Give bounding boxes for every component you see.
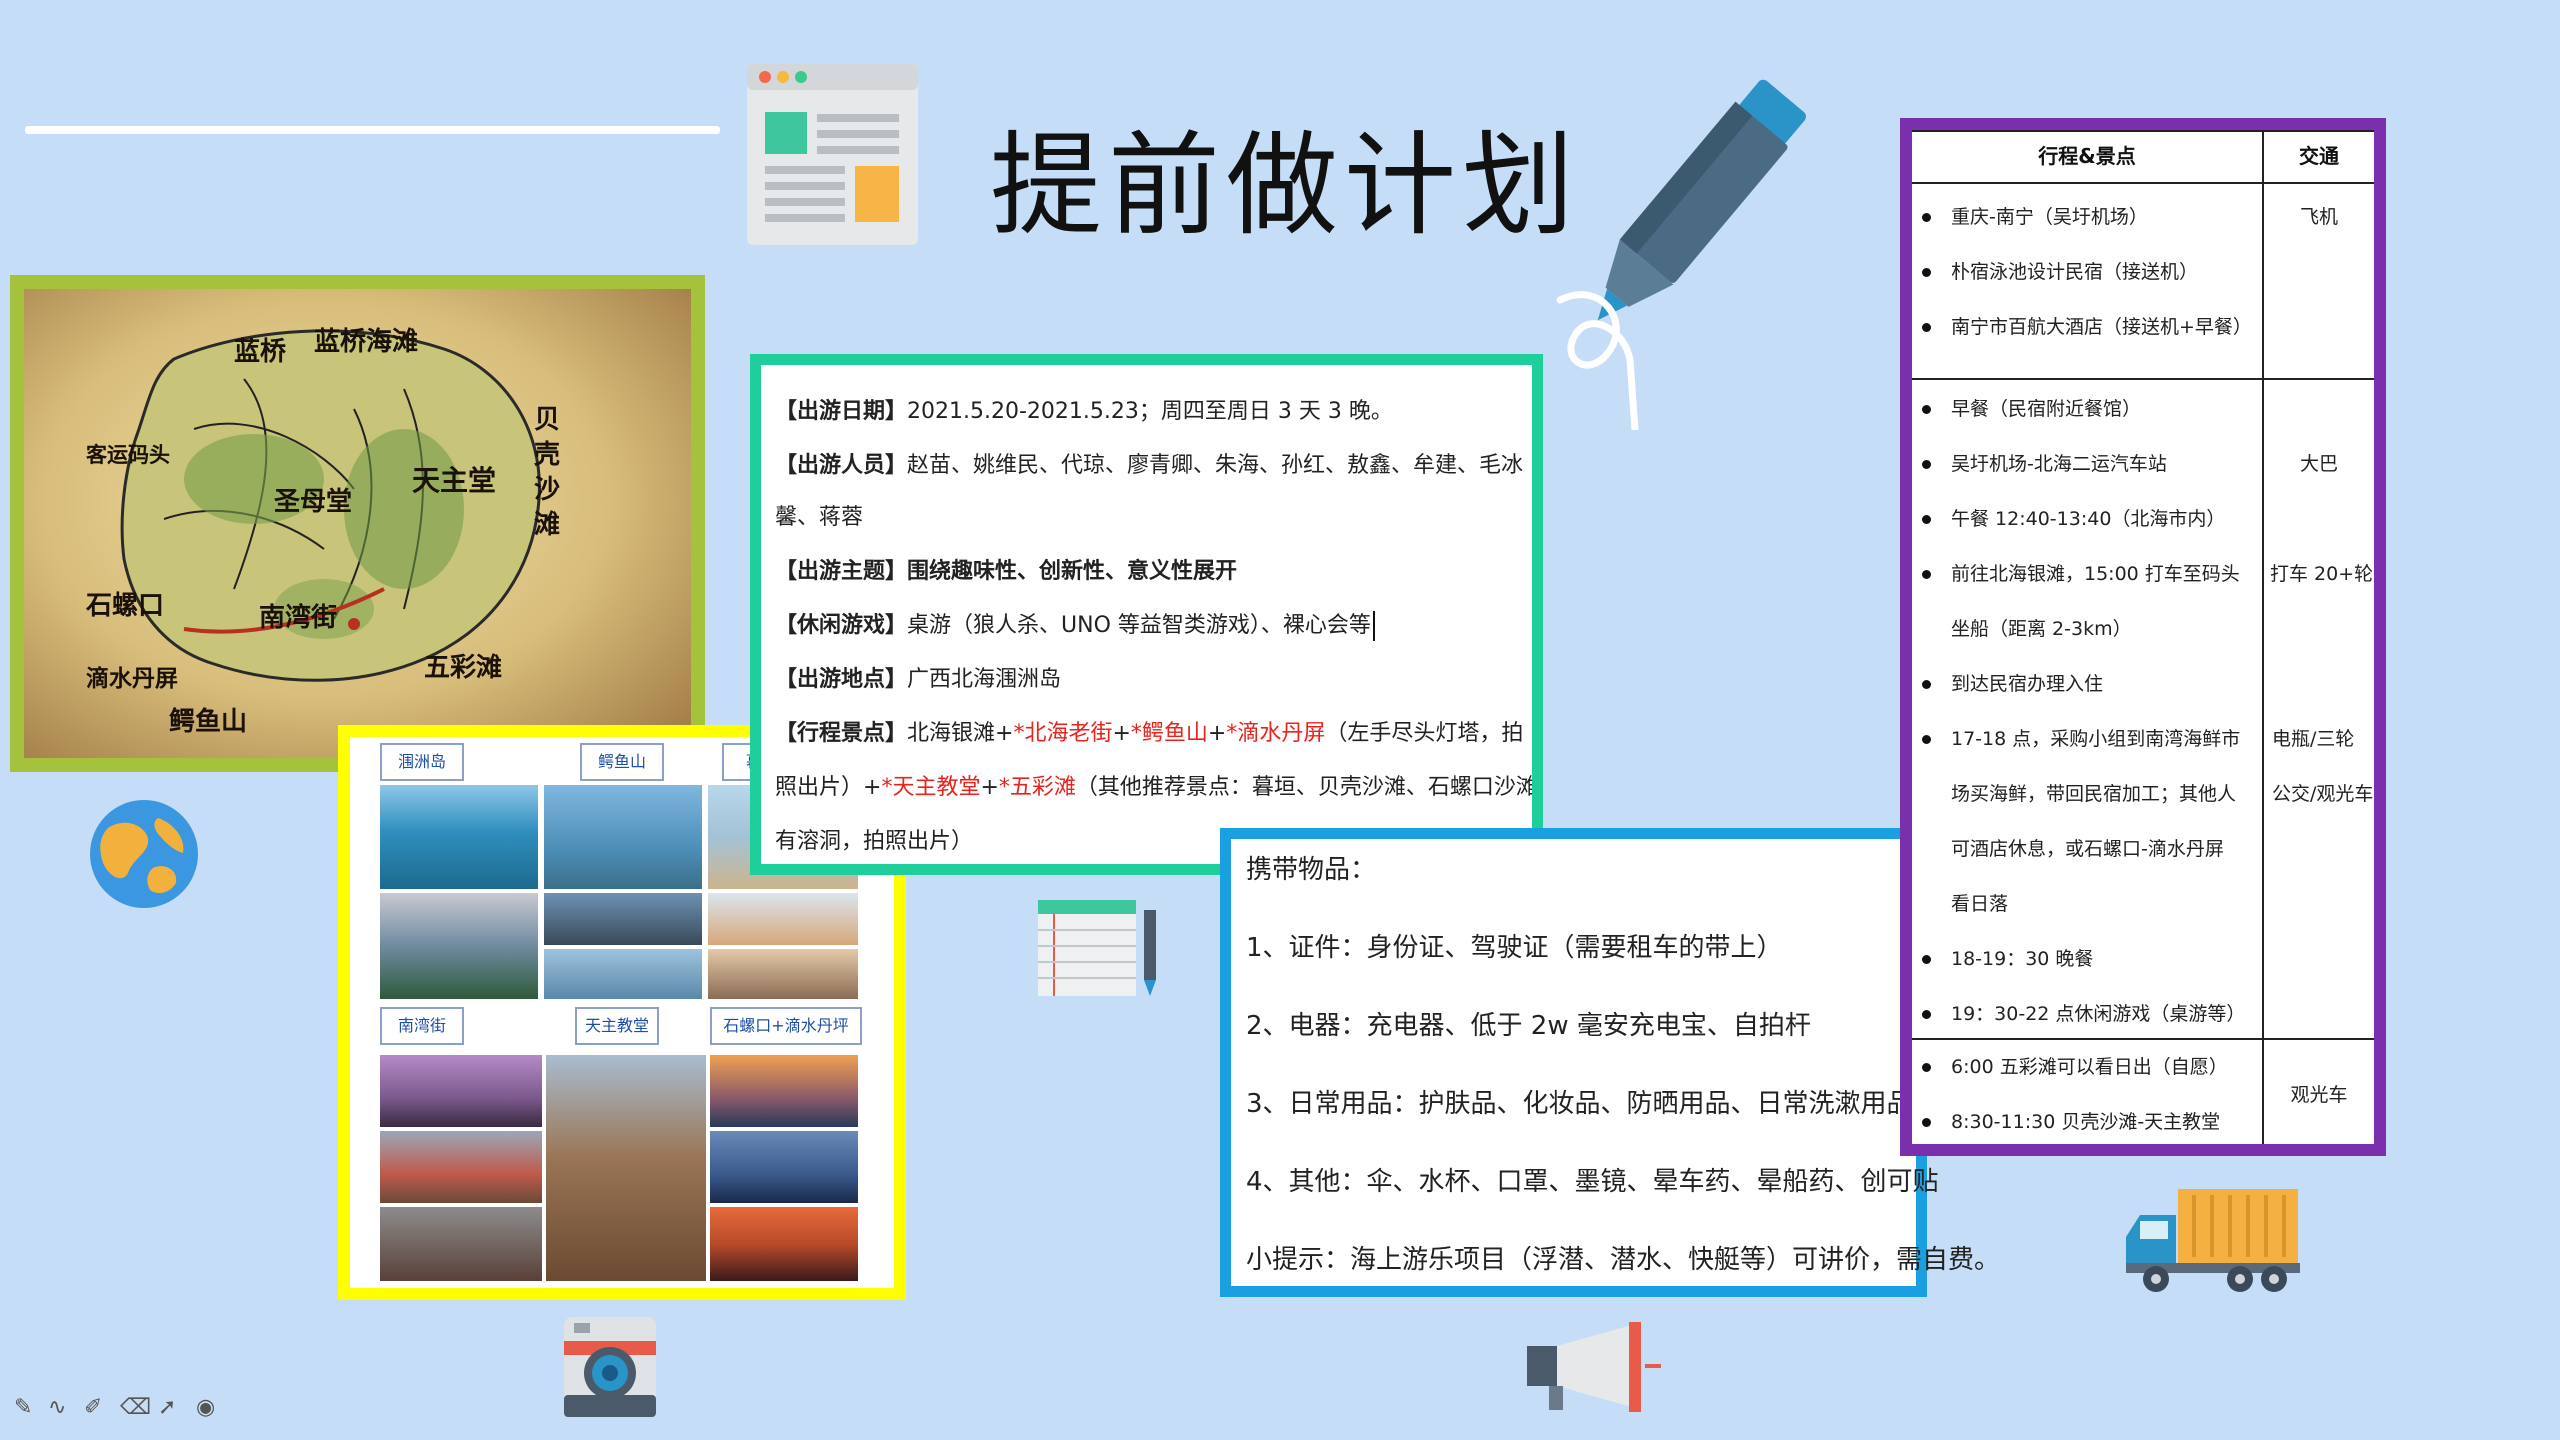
itinerary-item: 早餐（民宿附近餐馆） [1922, 394, 2141, 421]
map-label: 贝 [534, 405, 561, 435]
camera-icon [562, 1315, 658, 1420]
itinerary-item: 到达民宿办理入住 [1922, 669, 2103, 696]
itinerary-table: 行程&景点 交通 重庆-南宁（吴圩机场） 朴宿泳池设计民宿（接送机） 南宁市百航… [1912, 130, 2374, 1144]
itinerary-item: 午餐 12:40-13:40（北海市内） [1922, 504, 2225, 531]
transport-cell: 公交/观光车 [2272, 783, 2374, 805]
itinerary-item: 场买海鲜，带回民宿加工；其他人 [1951, 783, 2237, 805]
map-label: 沙 [534, 475, 561, 505]
pen-tool-icon[interactable]: ✎ [14, 1395, 32, 1420]
trip-place: 【出游地点】广西北海涠洲岛 [775, 667, 1062, 692]
photo-sunset-1 [710, 1055, 858, 1127]
carry-items-card: 携带物品： 1、证件：身份证、驾驶证（需要租车的带上） 2、电器：充电器、低于 … [1220, 828, 2000, 1297]
itinerary-item: 坐船（距离 2-3km） [1951, 618, 2132, 640]
trip-spots: 【行程景点】北海银滩+*北海老街+*鳄鱼山+*滴水丹屏（左手尽头灯塔，拍 [775, 721, 1524, 746]
transport-cell: 打车 20+轮船 [2270, 563, 2374, 585]
transport-cell: 飞机 [2299, 206, 2338, 228]
carry-item: 2、电器：充电器、低于 2w 毫安充电宝、自拍杆 [1246, 1011, 1811, 1041]
trip-people: 【出游人员】赵苗、姚维民、代琼、廖青卿、朱海、孙红、敖鑫、牟建、毛冰 [775, 453, 1524, 478]
itinerary-item: 18-19：30 晚餐 [1922, 944, 2093, 971]
megaphone-icon [1525, 1320, 1665, 1416]
map-label: 石螺口 [86, 591, 165, 621]
photo-sunset-3 [710, 1207, 858, 1281]
photo-tag: 南湾街 [380, 1007, 464, 1045]
photo-tag: 涠洲岛 [380, 743, 464, 781]
carry-title: 携带物品： [1246, 855, 1377, 885]
eraser-tool-icon[interactable]: ⌫ [120, 1395, 151, 1420]
photo-tag: 鳄鱼山 [580, 743, 664, 781]
globe-icon [88, 798, 200, 910]
photo-lighthouse [544, 785, 702, 889]
map-label: 滴水丹屏 [86, 665, 178, 692]
laser-tool-icon[interactable]: ◉ [196, 1395, 215, 1420]
browser-window-icon [745, 62, 920, 247]
ink-tool-icon[interactable]: ∿ [48, 1395, 66, 1420]
photo-street-dusk [380, 1055, 542, 1127]
photo-rock-inscription [544, 893, 702, 945]
itinerary-item: 南宁市百航大酒店（接送机+早餐） [1922, 312, 2252, 339]
photo-boats [708, 893, 858, 945]
itinerary-item: 看日落 [1951, 893, 2009, 915]
map-frame: 蓝桥 蓝桥海滩 贝 壳 沙 滩 客运码头 圣母堂 天主堂 石螺口 南湾街 五彩滩… [10, 275, 705, 772]
weizhou-island-map: 蓝桥 蓝桥海滩 贝 壳 沙 滩 客运码头 圣母堂 天主堂 石螺口 南湾街 五彩滩… [24, 289, 691, 758]
trip-spots-cont: 照出片）+*天主教堂+*五彩滩（其他推荐景点：暮垣、贝壳沙滩、石螺口沙滩 [775, 775, 1532, 800]
photo-island-aerial [380, 785, 538, 889]
column-header-transport: 交通 [2299, 144, 2339, 168]
photo-town [380, 1207, 542, 1281]
itinerary-item: 19：30-22 点休闲游戏（桌游等） [1922, 999, 2245, 1026]
page-title: 提前做计划 [990, 121, 1580, 251]
itinerary-item: 17-18 点，采购小组到南湾海鲜市 [1922, 724, 2240, 751]
itinerary-item: 可酒店休息，或石螺口-滴水丹屏 [1951, 838, 2224, 860]
carry-item: 3、日常用品：护肤品、化妆品、防晒用品、日常洗漱用品 [1246, 1089, 1913, 1119]
carry-tip: 小提示：海上游乐项目（浮潜、潜水、快艇等）可讲价，需自费。 [1246, 1245, 2001, 1275]
map-label: 五彩滩 [424, 653, 503, 683]
map-label: 壳 [534, 440, 561, 470]
photo-tag: 天主教堂 [575, 1007, 659, 1045]
map-label: 蓝桥 [234, 337, 287, 367]
marker-pen-icon [1540, 60, 1820, 434]
itinerary-item: 重庆-南宁（吴圩机场） [1922, 202, 2148, 229]
itinerary-item: 8:30-11:30 贝壳沙滩-天主教堂 [1922, 1107, 2220, 1134]
transport-cell: 观光车 [2290, 1084, 2348, 1106]
transport-cell: 大巴 [2299, 453, 2338, 475]
trip-info-card: 【出游日期】2021.5.20-2021.5.23；周四至周日 3 天 3 晚。… [750, 354, 1543, 875]
column-header-route: 行程&景点 [2038, 144, 2136, 168]
delivery-truck-icon [2122, 1185, 2302, 1297]
itinerary-item: 朴宿泳池设计民宿（接送机） [1922, 257, 2198, 284]
pointer-tool-icon[interactable]: ➚ [158, 1395, 176, 1420]
highlighter-tool-icon[interactable]: ✐ [84, 1395, 102, 1420]
map-label: 滩 [534, 510, 561, 540]
photo-sunset-coast [380, 893, 538, 999]
photo-church [546, 1055, 706, 1281]
map-label: 天主堂 [412, 464, 497, 497]
header-divider-line [25, 126, 720, 134]
itinerary-item: 前往北海银滩，15:00 打车至码头 [1922, 559, 2240, 586]
transport-cell: 电瓶/三轮 [2272, 728, 2355, 750]
photo-tag: 石螺口+滴水丹坪 [710, 1007, 862, 1045]
photo-sunset-2 [710, 1131, 858, 1203]
map-label: 客运码头 [86, 442, 170, 467]
notepad-pencil-icon [1036, 898, 1166, 998]
itinerary-item: 6:00 五彩滩可以看日出（自愿） [1922, 1052, 2228, 1079]
map-label: 鳄鱼山 [169, 707, 248, 737]
trip-people-cont: 馨、蒋蓉 [775, 505, 864, 530]
map-label: 圣母堂 [274, 487, 353, 517]
carry-item: 4、其他：伞、水杯、口罩、墨镜、晕车药、晕船药、创可贴 [1246, 1167, 1939, 1197]
photo-harbor [380, 1131, 542, 1203]
trip-spots-cont-2: 有溶洞，拍照出片） [775, 829, 974, 854]
photo-pier [544, 949, 702, 999]
itinerary-item: 吴圩机场-北海二运汽车站 [1922, 449, 2167, 476]
itinerary-table-frame: 行程&景点 交通 重庆-南宁（吴圩机场） 朴宿泳池设计民宿（接送机） 南宁市百航… [1900, 118, 2386, 1156]
trip-date: 【出游日期】2021.5.20-2021.5.23；周四至周日 3 天 3 晚。 [775, 399, 1393, 424]
carry-item: 1、证件：身份证、驾驶证（需要租车的带上） [1246, 933, 1783, 963]
map-label: 南湾街 [259, 603, 338, 633]
photo-shore [708, 949, 858, 999]
map-label: 蓝桥海滩 [314, 327, 419, 357]
trip-theme: 【出游主题】围绕趣味性、创新性、意义性展开 [775, 559, 1238, 584]
trip-games: 【休闲游戏】桌游（狼人杀、UNO 等益智类游戏）、裸心会等 [775, 607, 1375, 641]
